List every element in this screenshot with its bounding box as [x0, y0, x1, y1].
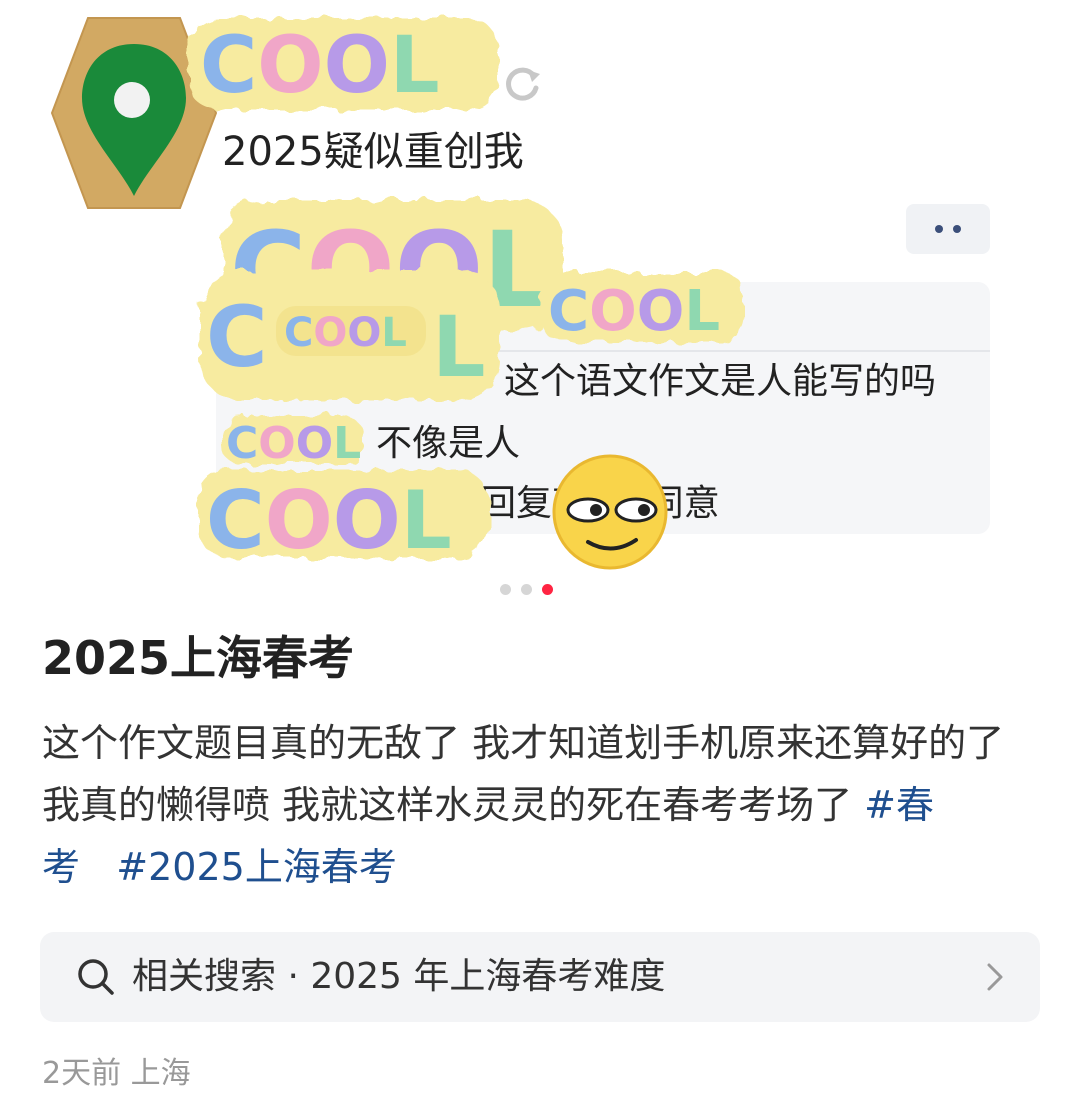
location-pin-icon	[50, 17, 218, 209]
post-location: 上海	[130, 1056, 191, 1091]
comment-text-2: 不像是人	[376, 423, 521, 464]
related-search-bar[interactable]: 相关搜索 · 2025 年上海春考难度	[40, 932, 1040, 1022]
comment-text-1: 这个语文作文是人能写的吗	[504, 361, 937, 402]
more-button[interactable]	[906, 204, 990, 254]
hashtag-link[interactable]: #2025上海春考	[116, 845, 397, 889]
cool-sticker-1: COOL	[188, 18, 498, 111]
avatar[interactable]	[48, 14, 220, 212]
carousel-indicator[interactable]	[500, 584, 553, 595]
post-meta: 2天前 上海	[42, 1054, 191, 1094]
comment-reply: 回复某某: 同意	[480, 480, 720, 528]
reply-target: 某某	[552, 483, 625, 524]
carousel-dot[interactable]	[521, 584, 532, 595]
more-dot	[935, 225, 943, 233]
comment-divider	[470, 350, 990, 352]
post-body: 这个作文题目真的无敌了 我才知道划手机原来还算好的了 我真的懒得喷 我就这样水灵…	[42, 712, 1042, 898]
svg-text:COOL: COOL	[200, 21, 440, 111]
post-body-text: 这个作文题目真的无敌了 我才知道划手机原来还算好的了 我真的懒得喷 我就这样水灵…	[42, 721, 1005, 827]
post-time: 2天前	[42, 1056, 122, 1091]
image-caption: 2025疑似重创我	[222, 129, 524, 175]
reply-prefix: 回复	[480, 483, 553, 524]
carousel-dot[interactable]	[500, 584, 511, 595]
related-search-text: 相关搜索 · 2025 年上海春考难度	[132, 956, 666, 997]
refresh-icon[interactable]	[500, 62, 544, 106]
more-dot	[953, 225, 961, 233]
chevron-right-icon	[987, 963, 1003, 991]
reply-suffix: : 同意	[624, 483, 720, 524]
post-title: 2025上海春考	[42, 631, 355, 685]
carousel-dot-active[interactable]	[542, 584, 553, 595]
search-icon	[78, 959, 114, 995]
